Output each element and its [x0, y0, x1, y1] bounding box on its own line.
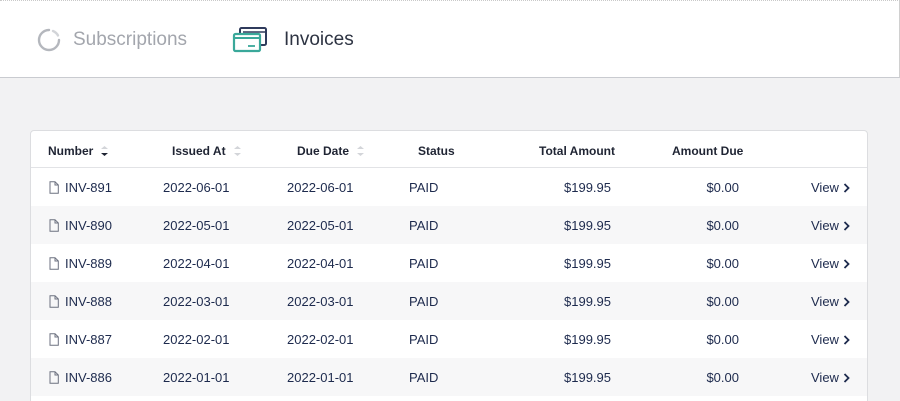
table-row: INV-888 2022-03-01 2022-03-01 PAID $199.… — [31, 282, 867, 320]
column-header-due-date[interactable]: Due Date — [297, 144, 365, 158]
view-link-label: View — [811, 218, 839, 233]
table-row: INV-891 2022-06-01 2022-06-01 PAID $199.… — [31, 168, 867, 206]
table-row: INV-887 2022-02-01 2022-02-01 PAID $199.… — [31, 320, 867, 358]
invoice-number-cell: INV-886 — [49, 370, 112, 385]
invoice-number: INV-890 — [65, 218, 112, 233]
document-icon — [49, 333, 59, 346]
loading-spinner-icon — [36, 27, 62, 53]
table-row: INV-890 2022-05-01 2022-05-01 PAID $199.… — [31, 206, 867, 244]
chevron-right-icon — [843, 296, 850, 307]
status-cell: PAID — [409, 256, 439, 271]
invoice-number-cell: INV-890 — [49, 218, 112, 233]
chevron-right-icon — [843, 372, 850, 383]
view-invoice-link[interactable]: View — [811, 256, 850, 271]
view-link-label: View — [811, 370, 839, 385]
view-invoice-link[interactable]: View — [811, 370, 850, 385]
issued-at-cell: 2022-04-01 — [163, 256, 230, 271]
document-icon — [49, 181, 59, 194]
tab-invoices[interactable]: Invoices — [232, 23, 354, 57]
chevron-right-icon — [843, 182, 850, 193]
column-header-number[interactable]: Number — [48, 144, 109, 158]
invoice-number: INV-887 — [65, 332, 112, 347]
column-header-label: Due Date — [297, 144, 350, 158]
column-header-label: Amount Due — [672, 144, 744, 158]
column-header-total-amount: Total Amount — [539, 144, 615, 158]
invoice-number: INV-891 — [65, 180, 112, 195]
document-icon — [49, 371, 59, 384]
invoice-number-cell: INV-888 — [49, 294, 112, 309]
amount-due-cell: $0.00 — [706, 218, 739, 233]
table-row: INV-889 2022-04-01 2022-04-01 PAID $199.… — [31, 244, 867, 282]
view-invoice-link[interactable]: View — [811, 180, 850, 195]
chevron-right-icon — [843, 220, 850, 231]
due-date-cell: 2022-03-01 — [287, 294, 354, 309]
sort-icon — [233, 145, 242, 157]
table-header: Number Issued At Due Date Status Total A… — [31, 131, 867, 168]
amount-due-cell: $0.00 — [706, 180, 739, 195]
total-amount-cell: $199.95 — [564, 332, 611, 347]
tab-subscriptions[interactable]: Subscriptions — [36, 23, 187, 57]
total-amount-cell: $199.95 — [564, 370, 611, 385]
total-amount-cell: $199.95 — [564, 256, 611, 271]
view-invoice-link[interactable]: View — [811, 332, 850, 347]
total-amount-cell: $199.95 — [564, 180, 611, 195]
issued-at-cell: 2022-03-01 — [163, 294, 230, 309]
status-cell: PAID — [409, 294, 439, 309]
amount-due-cell: $0.00 — [706, 370, 739, 385]
view-link-label: View — [811, 180, 839, 195]
status-cell: PAID — [409, 332, 439, 347]
amount-due-cell: $0.00 — [706, 256, 739, 271]
column-header-label: Number — [48, 144, 94, 158]
column-header-issued-at[interactable]: Issued At — [172, 144, 242, 158]
column-header-status: Status — [418, 144, 455, 158]
column-header-amount-due: Amount Due — [672, 144, 743, 158]
sort-descending-icon — [100, 145, 109, 157]
column-header-label: Total Amount — [539, 144, 615, 158]
view-link-label: View — [811, 332, 839, 347]
due-date-cell: 2022-02-01 — [287, 332, 354, 347]
invoice-number-cell: INV-891 — [49, 180, 112, 195]
issued-at-cell: 2022-05-01 — [163, 218, 230, 233]
total-amount-cell: $199.95 — [564, 294, 611, 309]
status-cell: PAID — [409, 180, 439, 195]
invoice-number: INV-889 — [65, 256, 112, 271]
sort-icon — [356, 145, 365, 157]
column-header-label: Issued At — [172, 144, 226, 158]
column-header-label: Status — [418, 144, 455, 158]
amount-due-cell: $0.00 — [706, 332, 739, 347]
table-row: INV-886 2022-01-01 2022-01-01 PAID $199.… — [31, 358, 867, 396]
invoice-number: INV-888 — [65, 294, 112, 309]
view-invoice-link[interactable]: View — [811, 294, 850, 309]
credit-cards-icon — [232, 25, 268, 55]
amount-due-cell: $0.00 — [706, 294, 739, 309]
document-icon — [49, 295, 59, 308]
invoice-number-cell: INV-887 — [49, 332, 112, 347]
status-cell: PAID — [409, 218, 439, 233]
due-date-cell: 2022-01-01 — [287, 370, 354, 385]
issued-at-cell: 2022-01-01 — [163, 370, 230, 385]
view-link-label: View — [811, 294, 839, 309]
tab-invoices-label: Invoices — [284, 29, 354, 50]
status-cell: PAID — [409, 370, 439, 385]
view-invoice-link[interactable]: View — [811, 218, 850, 233]
due-date-cell: 2022-05-01 — [287, 218, 354, 233]
tab-subscriptions-label: Subscriptions — [73, 29, 188, 50]
due-date-cell: 2022-04-01 — [287, 256, 354, 271]
top-navigation: Subscriptions Invoices — [0, 0, 900, 78]
document-icon — [49, 219, 59, 232]
invoice-number: INV-886 — [65, 370, 112, 385]
issued-at-cell: 2022-02-01 — [163, 332, 230, 347]
total-amount-cell: $199.95 — [564, 218, 611, 233]
view-link-label: View — [811, 256, 839, 271]
document-icon — [49, 257, 59, 270]
issued-at-cell: 2022-06-01 — [163, 180, 230, 195]
chevron-right-icon — [843, 258, 850, 269]
due-date-cell: 2022-06-01 — [287, 180, 354, 195]
invoices-table: Number Issued At Due Date Status Total A… — [30, 130, 868, 401]
invoice-number-cell: INV-889 — [49, 256, 112, 271]
chevron-right-icon — [843, 334, 850, 345]
